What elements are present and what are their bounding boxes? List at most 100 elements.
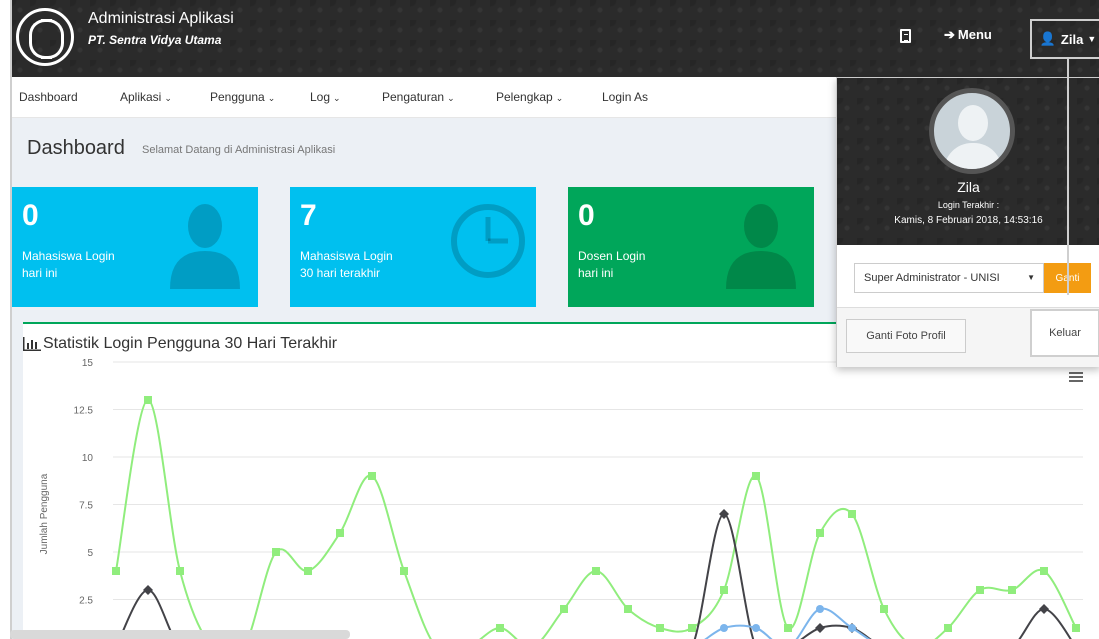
- data-point[interactable]: [304, 567, 312, 575]
- tile-label-line2: 30 hari terakhir: [300, 266, 381, 280]
- data-point[interactable]: [848, 510, 856, 518]
- data-point[interactable]: [368, 472, 376, 480]
- data-point[interactable]: [336, 529, 344, 537]
- tile-label-line2: hari ini: [22, 266, 58, 280]
- data-point[interactable]: [816, 529, 824, 537]
- tile-label-line2: hari ini: [578, 266, 614, 280]
- data-point[interactable]: [976, 586, 984, 594]
- tile-value: 0: [22, 199, 39, 232]
- avatar: [929, 88, 1015, 174]
- tile-label: Dosen Login hari ini: [578, 248, 738, 282]
- y-tick-label: 12.5: [74, 406, 94, 417]
- change-photo-button[interactable]: Ganti Foto Profil: [846, 319, 966, 353]
- series-line-1: [118, 512, 1072, 639]
- nav-item-dashboard[interactable]: Dashboard: [19, 90, 78, 104]
- y-tick-label: 10: [82, 453, 94, 464]
- data-point[interactable]: [272, 548, 280, 556]
- bar-chart-icon: [23, 337, 41, 351]
- chevron-down-icon: ⌄: [333, 93, 341, 103]
- data-point[interactable]: [560, 605, 568, 613]
- logout-button[interactable]: Keluar: [1030, 309, 1099, 357]
- stat-tile-mahasiswa-30days[interactable]: 7 Mahasiswa Login 30 hari terakhir: [290, 187, 536, 307]
- tile-label: Mahasiswa Login 30 hari terakhir: [300, 248, 460, 282]
- data-point[interactable]: [688, 624, 696, 632]
- caret-down-icon: ▼: [1027, 273, 1035, 282]
- user-icon: [726, 204, 796, 289]
- y-tick-label: 15: [82, 358, 94, 369]
- horizontal-scrollbar[interactable]: [10, 630, 350, 639]
- chevron-down-icon: ⌄: [164, 93, 172, 103]
- data-point[interactable]: [400, 567, 408, 575]
- stat-tile-mahasiswa-today[interactable]: 0 Mahasiswa Login hari ini: [12, 187, 258, 307]
- data-point[interactable]: [720, 586, 728, 594]
- app-window: Administrasi Aplikasi PT. Sentra Vidya U…: [0, 0, 1099, 639]
- nav-label: Login As: [602, 90, 649, 104]
- menu-button[interactable]: ➔ Menu: [944, 27, 992, 43]
- data-point[interactable]: [720, 624, 728, 632]
- tile-label-line1: Mahasiswa Login: [22, 249, 115, 263]
- data-point[interactable]: [880, 605, 888, 613]
- data-point[interactable]: [624, 605, 632, 613]
- chart-title: Statistik Login Pengguna 30 Hari Terakhi…: [43, 335, 338, 352]
- data-point[interactable]: [944, 624, 952, 632]
- nav-label: Log: [310, 90, 331, 104]
- page-subtitle: Selamat Datang di Administrasi Aplikasi: [142, 144, 336, 156]
- role-select[interactable]: Super Administrator - UNISI ▼: [854, 263, 1044, 293]
- caret-down-icon: ▼: [1087, 34, 1097, 44]
- nav-item-pelengkap[interactable]: Pelengkap ⌄: [496, 90, 563, 104]
- user-dropdown-menu: Zila Login Terakhir : Kamis, 8 Februari …: [836, 77, 1099, 367]
- dropdown-arrow: [1078, 65, 1098, 77]
- data-point[interactable]: [656, 624, 664, 632]
- data-point[interactable]: [815, 623, 825, 633]
- tile-label: Mahasiswa Login hari ini: [22, 248, 182, 282]
- nav-item-log[interactable]: Log ⌄: [310, 90, 341, 104]
- user-name: Zila: [1060, 31, 1084, 47]
- nav-label: Dashboard: [19, 90, 78, 104]
- tile-value: 7: [300, 199, 317, 232]
- login-statistics-panel: Statistik Login Pengguna 30 Hari Terakhi…: [23, 322, 1099, 639]
- window-left-edge: [0, 0, 12, 639]
- user-icon: [170, 204, 240, 289]
- chevron-down-icon: ⌄: [447, 93, 455, 103]
- stat-tile-dosen-today[interactable]: 0 Dosen Login hari ini: [568, 187, 814, 307]
- nav-item-pengaturan[interactable]: Pengaturan ⌄: [382, 90, 455, 104]
- data-point[interactable]: [752, 472, 760, 480]
- data-point[interactable]: [592, 567, 600, 575]
- user-menu-button[interactable]: 👤 Zila ▼: [1030, 19, 1099, 59]
- nav-label: Pengaturan: [382, 90, 445, 104]
- series-line-0: [115, 398, 1077, 639]
- data-point[interactable]: [1039, 604, 1049, 614]
- chevron-down-icon: ⌄: [267, 93, 276, 103]
- nav-item-login-as[interactable]: Login As: [602, 90, 648, 104]
- data-point[interactable]: [1072, 624, 1080, 632]
- profile-name: Zila: [957, 179, 980, 195]
- nav-item-pengguna[interactable]: Pengguna ⌄: [210, 90, 275, 104]
- data-point[interactable]: [144, 396, 152, 404]
- user-icon: 👤: [1039, 31, 1056, 46]
- data-point[interactable]: [784, 624, 792, 632]
- last-login-label: Login Terakhir :: [937, 200, 1000, 210]
- data-point[interactable]: [143, 585, 153, 595]
- role-select-value: Super Administrator - UNISI: [864, 272, 1000, 284]
- data-point[interactable]: [816, 605, 824, 613]
- annotation-pointer-line: [1067, 59, 1069, 295]
- nav-item-aplikasi[interactable]: Aplikasi ⌄: [120, 90, 172, 104]
- y-tick-label: 5: [87, 548, 93, 559]
- tile-value: 0: [578, 199, 595, 232]
- page-title: Dashboard: [27, 137, 125, 159]
- menu-label: Menu: [957, 27, 992, 42]
- y-tick-label: 7.5: [79, 501, 93, 512]
- y-axis-label: Jumlah Pengguna: [39, 473, 50, 554]
- data-point[interactable]: [752, 624, 760, 632]
- data-point[interactable]: [176, 567, 184, 575]
- avatar-head: [958, 105, 988, 141]
- nav-label: Pelengkap: [496, 90, 553, 104]
- data-point[interactable]: [848, 624, 856, 632]
- chevron-down-icon: ⌄: [555, 93, 564, 103]
- document-icon[interactable]: [900, 29, 911, 43]
- data-point[interactable]: [112, 567, 120, 575]
- user-profile-header: Zila Login Terakhir : Kamis, 8 Februari …: [837, 78, 1099, 245]
- data-point[interactable]: [1008, 586, 1016, 594]
- data-point[interactable]: [1040, 567, 1048, 575]
- data-point[interactable]: [496, 624, 504, 632]
